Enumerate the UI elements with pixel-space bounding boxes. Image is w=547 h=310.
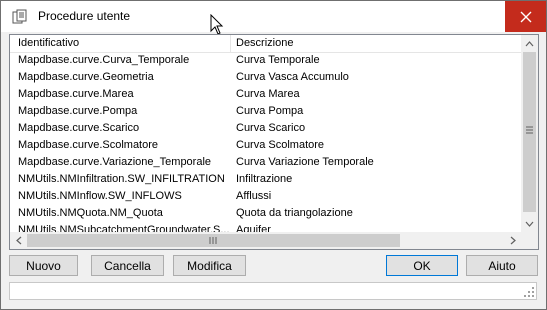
scroll-left-button[interactable] bbox=[10, 232, 27, 249]
column-header-description[interactable]: Descrizione bbox=[236, 37, 293, 49]
grip-icon bbox=[209, 237, 217, 244]
row-description: Afflussi bbox=[236, 190, 272, 202]
window-title: Procedure utente bbox=[38, 9, 131, 23]
row-identifier: Mapdbase.curve.Curva_Temporale bbox=[18, 54, 190, 66]
list-row[interactable]: NMUtils.NMInfiltration.SW_INFILTRATION I… bbox=[10, 171, 521, 188]
vertical-scroll-thumb[interactable] bbox=[523, 52, 536, 212]
row-identifier: Mapdbase.curve.Pompa bbox=[18, 105, 138, 117]
title-bar[interactable]: Procedure utente bbox=[1, 1, 546, 32]
horizontal-scrollbar[interactable] bbox=[10, 232, 521, 249]
status-bar bbox=[9, 282, 537, 300]
grip-icon bbox=[526, 126, 533, 134]
row-identifier: Mapdbase.curve.Geometria bbox=[18, 71, 154, 83]
chevron-left-icon bbox=[15, 236, 21, 245]
list-row[interactable]: Mapdbase.curve.Scolmatore Curva Scolmato… bbox=[10, 137, 521, 154]
procedure-list[interactable]: Identificativo Descrizione Mapdbase.curv… bbox=[9, 34, 539, 250]
chevron-down-icon bbox=[525, 221, 534, 227]
chevron-up-icon bbox=[525, 40, 534, 46]
scrollbar-corner bbox=[521, 232, 538, 249]
row-description: Curva Temporale bbox=[236, 54, 320, 66]
row-identifier: NMUtils.NMInflow.SW_INFLOWS bbox=[18, 190, 182, 202]
list-row[interactable]: Mapdbase.curve.Scarico Curva Scarico bbox=[10, 120, 521, 137]
list-row[interactable]: Mapdbase.curve.Curva_Temporale Curva Tem… bbox=[10, 52, 521, 69]
row-description: Curva Pompa bbox=[236, 105, 304, 117]
row-identifier: Mapdbase.curve.Variazione_Temporale bbox=[18, 156, 212, 168]
mouse-pointer-icon bbox=[210, 14, 224, 35]
new-button[interactable]: Nuovo bbox=[9, 255, 78, 276]
row-identifier: Mapdbase.curve.Scarico bbox=[18, 122, 140, 134]
row-description: Curva Vasca Accumulo bbox=[236, 71, 349, 83]
close-button[interactable] bbox=[505, 1, 546, 32]
row-description: Quota da triangolazione bbox=[236, 207, 353, 219]
list-row[interactable]: Mapdbase.curve.Marea Curva Marea bbox=[10, 86, 521, 103]
edit-button[interactable]: Modifica bbox=[173, 255, 246, 276]
row-identifier: NMUtils.NMInfiltration.SW_INFILTRATION bbox=[18, 173, 225, 185]
horizontal-scroll-thumb[interactable] bbox=[27, 234, 400, 247]
vertical-scrollbar[interactable] bbox=[521, 35, 538, 232]
list-row[interactable]: Mapdbase.curve.Variazione_Temporale Curv… bbox=[10, 154, 521, 171]
list-row[interactable]: NMUtils.NMInflow.SW_INFLOWS Afflussi bbox=[10, 188, 521, 205]
list-row[interactable]: NMUtils.NMQuota.NM_Quota Quota da triang… bbox=[10, 205, 521, 222]
delete-button[interactable]: Cancella bbox=[91, 255, 164, 276]
list-row[interactable]: Mapdbase.curve.Pompa Curva Pompa bbox=[10, 103, 521, 120]
row-description: Curva Scarico bbox=[236, 122, 306, 134]
close-icon bbox=[520, 11, 531, 22]
row-identifier: Mapdbase.curve.Marea bbox=[18, 88, 134, 100]
ok-button[interactable]: OK bbox=[386, 255, 458, 276]
column-header-identifier[interactable]: Identificativo bbox=[18, 37, 79, 49]
scroll-right-button[interactable] bbox=[504, 232, 521, 249]
resize-grip-icon[interactable] bbox=[524, 287, 534, 297]
row-description: Curva Scolmatore bbox=[236, 139, 325, 151]
chevron-right-icon bbox=[510, 236, 516, 245]
row-description: Infiltrazione bbox=[236, 173, 293, 185]
scroll-down-button[interactable] bbox=[521, 215, 538, 232]
scroll-up-button[interactable] bbox=[521, 35, 538, 52]
procedure-app-icon bbox=[12, 9, 27, 24]
row-identifier: NMUtils.NMQuota.NM_Quota bbox=[18, 207, 163, 219]
row-identifier: Mapdbase.curve.Scolmatore bbox=[18, 139, 159, 151]
column-separator[interactable] bbox=[230, 35, 231, 52]
row-description: Curva Marea bbox=[236, 88, 300, 100]
help-button[interactable]: Aiuto bbox=[466, 255, 538, 276]
list-header: Identificativo Descrizione bbox=[10, 35, 521, 53]
list-row[interactable]: Mapdbase.curve.Geometria Curva Vasca Acc… bbox=[10, 69, 521, 86]
dialog-window: Procedure utente Identificativo Descrizi… bbox=[0, 0, 547, 310]
row-description: Curva Variazione Temporale bbox=[236, 156, 374, 168]
